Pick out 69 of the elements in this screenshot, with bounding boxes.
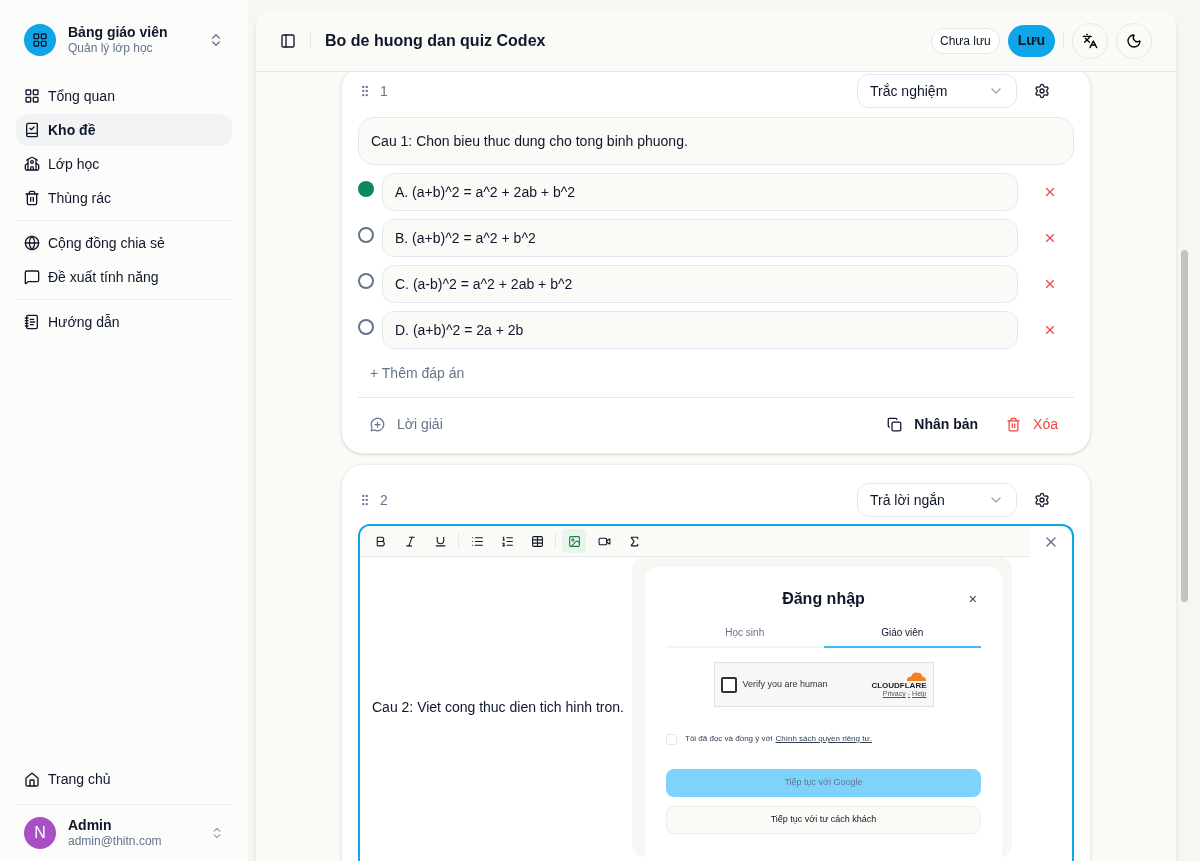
settings-icon[interactable] bbox=[1034, 83, 1050, 99]
sidebar-item[interactable]: Trang chủ bbox=[16, 763, 232, 796]
sidebar-item[interactable]: Hướng dẫn bbox=[16, 306, 232, 338]
user-name: Admin bbox=[68, 816, 113, 834]
notebook-icon bbox=[24, 314, 40, 330]
remove-icon[interactable] bbox=[1043, 277, 1057, 291]
add-answer-link[interactable]: + Thêm đáp án bbox=[370, 362, 465, 384]
answer-field[interactable]: A. (a+b)^2 = a^2 + 2ab + b^2 bbox=[382, 173, 1018, 211]
remove-icon[interactable] bbox=[1043, 323, 1057, 337]
question-field[interactable]: Cau 1: Chon bieu thuc dung cho tong binh phuong. bbox=[358, 117, 1074, 165]
answer-field[interactable]: B. (a+b)^2 = a^2 + b^2 bbox=[382, 219, 1018, 257]
moon-icon bbox=[1126, 32, 1142, 49]
sidebar-item[interactable]: Lớp học bbox=[16, 148, 232, 180]
duplicate-button[interactable]: Nhân bản bbox=[879, 414, 987, 435]
home-icon bbox=[24, 771, 40, 788]
comment-plus-icon bbox=[370, 417, 385, 432]
image-icon[interactable] bbox=[562, 529, 586, 553]
type-select[interactable]: Trả lời ngắn bbox=[857, 483, 1017, 517]
type-select[interactable]: Trắc nghiệm bbox=[857, 74, 1017, 108]
sidebar-item[interactable]: Thùng rác bbox=[16, 182, 232, 214]
sidebar-item[interactable]: Đề xuất tính năng bbox=[16, 261, 232, 293]
sidebar-item[interactable]: Tổng quan bbox=[16, 80, 232, 112]
guest-button[interactable]: Tiếp tục với tư cách khách bbox=[666, 806, 981, 834]
captcha-label: Verify you are human bbox=[742, 677, 829, 691]
answer-radio[interactable] bbox=[358, 181, 374, 197]
question-text: Cau 2: Viet cong thuc dien tich hinh tron. bbox=[372, 697, 625, 717]
sidebar-toggle-icon[interactable] bbox=[280, 32, 296, 49]
question-number: 2 bbox=[380, 490, 388, 510]
grid-icon bbox=[24, 88, 40, 104]
dialog-tab[interactable]: Học sinh bbox=[666, 625, 824, 648]
globe-icon bbox=[24, 235, 40, 251]
question-number: 1 bbox=[380, 81, 388, 101]
sidebar-item[interactable]: Cộng đồng chia sẻ bbox=[16, 227, 232, 259]
consent-checkbox[interactable] bbox=[666, 733, 677, 745]
answer-field[interactable]: C. (a-b)^2 = a^2 + 2ab + b^2 bbox=[382, 265, 1018, 303]
user-email: admin@thitn.com bbox=[68, 834, 163, 849]
dialog-tab[interactable]: Giáo viên bbox=[823, 625, 981, 648]
book-check-icon bbox=[24, 122, 40, 138]
answer-field[interactable]: D. (a+b)^2 = 2a + 2b bbox=[382, 311, 1018, 349]
user-avatar: N bbox=[24, 816, 56, 849]
answer-radio[interactable] bbox=[358, 319, 374, 335]
remove-icon[interactable] bbox=[1043, 231, 1057, 245]
consent-text: Tôi đã đọc và đồng ý với bbox=[685, 733, 773, 745]
app-logo bbox=[24, 24, 56, 56]
brand-subtitle: Quản lý lớp học bbox=[68, 41, 154, 57]
scrollbar-thumb[interactable] bbox=[1180, 250, 1188, 602]
answer-radio[interactable] bbox=[358, 227, 374, 243]
close-icon[interactable]: × bbox=[968, 588, 977, 610]
save-button[interactable]: Lưu bbox=[1007, 24, 1055, 57]
chat-icon bbox=[24, 269, 40, 285]
settings-icon[interactable] bbox=[1034, 492, 1050, 508]
solution-button[interactable]: Lời giải bbox=[358, 414, 455, 435]
cloud-icon bbox=[904, 671, 927, 681]
school-icon bbox=[24, 156, 40, 172]
brand-title: Bảng giáo viên bbox=[68, 23, 169, 42]
remove-icon[interactable] bbox=[1043, 185, 1057, 199]
translate-icon bbox=[1082, 32, 1098, 49]
trash-icon bbox=[1006, 417, 1022, 432]
save-status: Chưa lưu bbox=[931, 27, 1000, 54]
trash-icon bbox=[24, 190, 40, 206]
copy-icon bbox=[887, 417, 903, 432]
answer-radio[interactable] bbox=[358, 273, 374, 289]
policy-link[interactable]: Chính sách quyền riêng tư. bbox=[775, 733, 873, 745]
delete-button[interactable]: Xóa bbox=[998, 414, 1066, 435]
dialog-title: Đăng nhập bbox=[782, 589, 865, 609]
sidebar-item[interactable]: Kho đề bbox=[16, 114, 232, 146]
page-title: Bo de huong dan quiz Codex bbox=[325, 30, 546, 51]
captcha-checkbox[interactable] bbox=[720, 676, 737, 693]
captcha-brand: CLOUDFLARE bbox=[871, 681, 927, 690]
